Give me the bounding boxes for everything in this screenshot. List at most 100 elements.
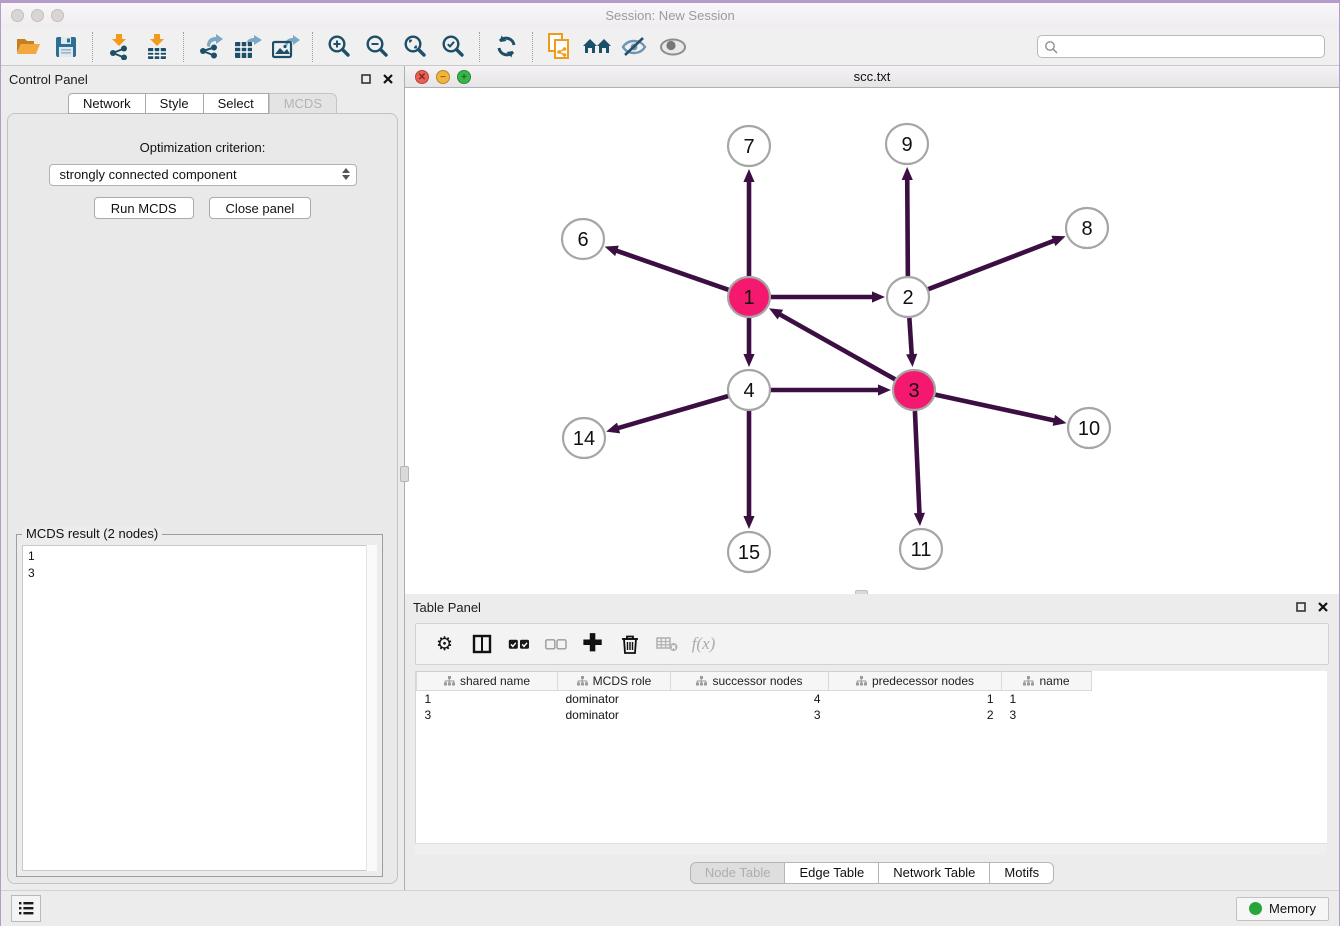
- graph-edge-3-11[interactable]: [914, 411, 925, 526]
- duplicate-network-button[interactable]: [540, 31, 578, 63]
- open-session-icon: [15, 36, 41, 58]
- delete-column-icon[interactable]: [611, 627, 648, 661]
- tab-motifs[interactable]: Motifs: [990, 862, 1054, 884]
- graph-edge-1-4[interactable]: [743, 318, 754, 367]
- network-window-title: scc.txt: [405, 66, 1339, 87]
- tab-mcds[interactable]: MCDS: [269, 93, 337, 114]
- graph-node-10[interactable]: 10: [1068, 408, 1110, 448]
- graph-node-2[interactable]: 2: [887, 277, 929, 317]
- memory-button[interactable]: Memory: [1236, 897, 1329, 921]
- export-image-button[interactable]: [267, 31, 305, 63]
- tab-node-table[interactable]: Node Table: [690, 862, 786, 884]
- tab-edge-table[interactable]: Edge Table: [785, 862, 879, 884]
- column-header-name[interactable]: name: [1002, 672, 1092, 691]
- add-column-icon[interactable]: ✚: [574, 627, 611, 661]
- float-panel-icon[interactable]: [358, 71, 374, 87]
- graph-node-1[interactable]: 1: [728, 277, 770, 317]
- column-header-successor-nodes[interactable]: successor nodes: [671, 672, 829, 691]
- graph-edge-3-10[interactable]: [935, 394, 1067, 425]
- zoom-out-button[interactable]: [358, 31, 396, 63]
- graph-node-15[interactable]: 15: [728, 532, 770, 572]
- graph-edge-2-9[interactable]: [902, 167, 913, 276]
- delete-table-icon[interactable]: [648, 627, 685, 661]
- gear-icon[interactable]: ⚙: [426, 627, 463, 661]
- panel-splitter-handle[interactable]: [400, 466, 409, 482]
- mcds-result-text[interactable]: 1 3: [22, 545, 377, 871]
- column-header-MCDS-role[interactable]: MCDS role: [558, 672, 671, 691]
- network-canvas[interactable]: 7 9 6 8 1 2 4 3 14 10 15 11: [405, 88, 1339, 597]
- open-session-button[interactable]: [9, 31, 47, 63]
- zoom-selected-button[interactable]: [434, 31, 472, 63]
- graph-node-8[interactable]: 8: [1066, 208, 1108, 248]
- network-maximize-icon[interactable]: +: [457, 70, 471, 84]
- graph-edge-2-3[interactable]: [906, 318, 917, 367]
- graph-edge-3-1[interactable]: [769, 308, 896, 379]
- table-cell[interactable]: dominator: [558, 707, 671, 723]
- table-cell[interactable]: 3: [671, 707, 829, 723]
- tab-network[interactable]: Network: [68, 93, 146, 114]
- hide-selected-button[interactable]: [616, 31, 654, 63]
- zoom-fit-button[interactable]: [396, 31, 434, 63]
- table-cell[interactable]: 1: [829, 691, 1002, 707]
- search-box[interactable]: [1037, 35, 1325, 58]
- graph-edge-4-14[interactable]: [606, 396, 729, 433]
- select-stepper-icon: [342, 168, 350, 180]
- refresh-button[interactable]: [487, 31, 525, 63]
- export-table-button[interactable]: [229, 31, 267, 63]
- close-table-panel-icon[interactable]: [1315, 599, 1331, 615]
- minimize-window-icon[interactable]: [31, 9, 44, 22]
- show-columns-icon[interactable]: [500, 627, 537, 661]
- close-window-icon[interactable]: [11, 9, 24, 22]
- run-mcds-button[interactable]: Run MCDS: [94, 197, 194, 219]
- graph-edge-1-2[interactable]: [770, 291, 885, 302]
- criterion-select[interactable]: strongly connected component: [49, 164, 357, 186]
- network-minimize-icon[interactable]: −: [436, 70, 450, 84]
- zoom-window-icon[interactable]: [51, 9, 64, 22]
- graph-edge-2-8[interactable]: [928, 236, 1066, 290]
- network-close-icon[interactable]: ✕: [415, 70, 429, 84]
- svg-text:11: 11: [911, 539, 932, 561]
- table-scrollbar[interactable]: [415, 843, 1327, 855]
- table-cell[interactable]: 1: [1002, 691, 1092, 707]
- graph-edge-4-15[interactable]: [743, 411, 754, 529]
- table-cell[interactable]: 3: [417, 707, 558, 723]
- import-network-button[interactable]: [100, 31, 138, 63]
- table-cell[interactable]: dominator: [558, 691, 671, 707]
- graph-node-4[interactable]: 4: [728, 370, 770, 410]
- graph-node-11[interactable]: 11: [900, 529, 942, 569]
- column-header-shared-name[interactable]: shared name: [417, 672, 558, 691]
- split-columns-icon[interactable]: [463, 627, 500, 661]
- table-row[interactable]: 1dominator411: [417, 691, 1092, 707]
- tab-style[interactable]: Style: [146, 93, 204, 114]
- hide-columns-icon[interactable]: [537, 627, 574, 661]
- close-panel-button[interactable]: Close panel: [209, 197, 312, 219]
- graph-node-14[interactable]: 14: [563, 418, 605, 458]
- table-cell[interactable]: 2: [829, 707, 1002, 723]
- column-header-predecessor-nodes[interactable]: predecessor nodes: [829, 672, 1002, 691]
- table-cell[interactable]: 4: [671, 691, 829, 707]
- result-scrollbar[interactable]: [366, 545, 377, 871]
- graph-edge-1-6[interactable]: [605, 246, 729, 290]
- graph-node-6[interactable]: 6: [562, 219, 604, 259]
- save-session-button[interactable]: [47, 31, 85, 63]
- table-cell[interactable]: 3: [1002, 707, 1092, 723]
- search-input[interactable]: [1062, 39, 1318, 54]
- graph-edge-1-7[interactable]: [743, 169, 754, 276]
- task-history-button[interactable]: [11, 895, 41, 922]
- tab-select[interactable]: Select: [204, 93, 269, 114]
- table-row[interactable]: 3dominator323: [417, 707, 1092, 723]
- graph-node-9[interactable]: 9: [886, 124, 928, 164]
- table-cell[interactable]: 1: [417, 691, 558, 707]
- first-neighbors-button[interactable]: [578, 31, 616, 63]
- export-network-button[interactable]: [191, 31, 229, 63]
- zoom-in-button[interactable]: [320, 31, 358, 63]
- float-table-panel-icon[interactable]: [1293, 599, 1309, 615]
- show-all-button[interactable]: [654, 31, 692, 63]
- graph-edge-4-3[interactable]: [770, 384, 891, 395]
- function-builder-icon[interactable]: f(x): [685, 627, 722, 661]
- import-table-button[interactable]: [138, 31, 176, 63]
- close-panel-icon[interactable]: [380, 71, 396, 87]
- tab-network-table[interactable]: Network Table: [879, 862, 990, 884]
- graph-node-3[interactable]: 3: [893, 370, 935, 410]
- graph-node-7[interactable]: 7: [728, 126, 770, 166]
